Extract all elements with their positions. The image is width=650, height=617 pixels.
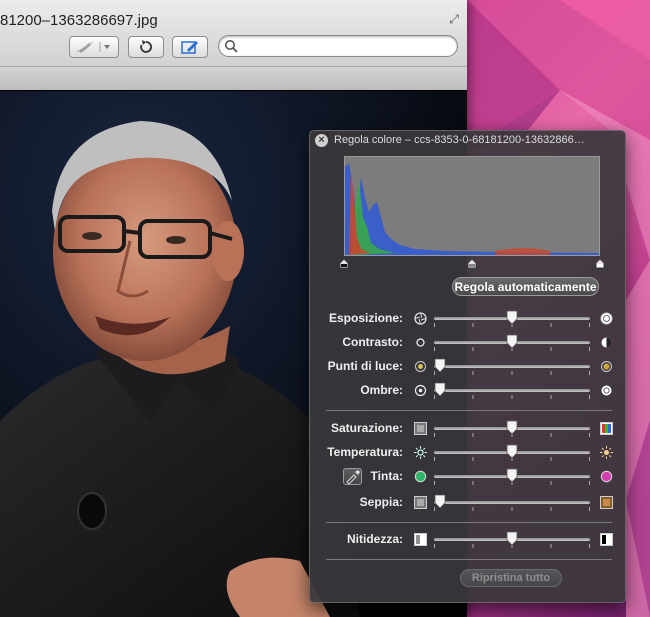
slider-label: Contrasto: bbox=[342, 335, 403, 349]
reset-all-button[interactable]: Ripristina tutto bbox=[460, 569, 562, 587]
cool-sun-icon bbox=[414, 446, 427, 459]
rotate-icon bbox=[140, 40, 152, 53]
slider-row-punti-luce: Punti di luce: bbox=[310, 357, 627, 377]
slider-row-nitidezza: Nitidezza: bbox=[310, 530, 627, 550]
slider-row-contrasto: Contrasto: bbox=[310, 333, 627, 353]
slider-label: Saturazione: bbox=[330, 421, 403, 435]
slider-label: Tinta: bbox=[370, 469, 403, 483]
contrast-slider-knob[interactable] bbox=[506, 334, 518, 349]
slider-row-tinta: Tinta: bbox=[310, 467, 627, 487]
sun-circle-icon bbox=[600, 312, 613, 325]
sharpness-slider-knob[interactable] bbox=[506, 531, 518, 546]
gray-swatch-icon bbox=[414, 496, 427, 509]
highlight-dim-icon bbox=[415, 361, 426, 372]
markup-tool-button[interactable] bbox=[69, 36, 119, 58]
highlights-slider-track[interactable] bbox=[434, 365, 590, 368]
exposure-slider-knob[interactable] bbox=[506, 310, 518, 325]
tint-slider-knob[interactable] bbox=[506, 468, 518, 483]
temperature-slider-knob[interactable] bbox=[506, 444, 518, 459]
slider-label: Seppia: bbox=[359, 495, 403, 509]
shadows-slider-knob[interactable] bbox=[434, 382, 446, 397]
pen-chevron-icon bbox=[76, 41, 110, 53]
half-circle-icon bbox=[601, 337, 612, 348]
black-point-handle[interactable] bbox=[339, 259, 349, 269]
slider-label: Temperatura: bbox=[327, 445, 403, 459]
aperture-icon bbox=[414, 312, 427, 325]
sharp-icon bbox=[600, 533, 613, 546]
histogram bbox=[344, 156, 600, 256]
toolbar-strip bbox=[0, 66, 467, 90]
gray-swatch-icon bbox=[414, 422, 427, 435]
fullscreen-icon[interactable]: ⤢ bbox=[447, 12, 461, 26]
search-input[interactable] bbox=[218, 35, 458, 57]
slider-ticks bbox=[434, 507, 590, 511]
slider-row-temperatura: Temperatura: bbox=[310, 443, 627, 463]
green-dot-icon bbox=[414, 470, 427, 483]
shadows-slider-track[interactable] bbox=[434, 389, 590, 392]
edit-toolbar-button[interactable] bbox=[172, 36, 208, 58]
highlight-bright-icon bbox=[601, 361, 612, 372]
section-divider bbox=[326, 410, 612, 411]
eyedropper-icon bbox=[346, 470, 360, 485]
sepia-swatch-icon bbox=[600, 496, 613, 509]
warm-sun-icon bbox=[600, 446, 613, 459]
slider-ticks bbox=[434, 371, 590, 375]
slider-ticks bbox=[434, 395, 590, 399]
slider-row-saturazione: Saturazione: bbox=[310, 419, 627, 439]
section-divider bbox=[326, 559, 612, 560]
edit-pen-icon bbox=[181, 41, 198, 54]
window-title: 81200–1363286697.jpg bbox=[0, 12, 158, 29]
shadow-light-icon bbox=[601, 385, 612, 396]
color-swatch-icon bbox=[600, 422, 613, 435]
close-icon[interactable]: × bbox=[315, 134, 328, 147]
panel-title: Regola colore – ccs-8353-0-68181200-1363… bbox=[334, 134, 585, 146]
adjust-color-panel: × Regola colore – ccs-8353-0-68181200-13… bbox=[309, 130, 626, 603]
slider-label: Punti di luce: bbox=[327, 359, 403, 373]
magenta-dot-icon bbox=[600, 470, 613, 483]
sepia-slider-knob[interactable] bbox=[434, 494, 446, 509]
slider-row-seppia: Seppia: bbox=[310, 493, 627, 513]
rotate-button[interactable] bbox=[128, 36, 164, 58]
auto-adjust-button[interactable]: Regola automaticamente bbox=[452, 277, 599, 296]
search-icon bbox=[225, 40, 238, 53]
sepia-slider-track[interactable] bbox=[434, 501, 590, 504]
highlights-slider-knob[interactable] bbox=[434, 358, 446, 373]
saturation-slider-knob[interactable] bbox=[506, 420, 518, 435]
slider-label: Nitidezza: bbox=[346, 532, 403, 546]
shadow-dot-icon bbox=[414, 384, 427, 397]
slider-label: Esposizione: bbox=[328, 311, 403, 325]
midtone-handle[interactable] bbox=[467, 259, 477, 269]
white-point-handle[interactable] bbox=[595, 259, 605, 269]
slider-row-ombre: Ombre: bbox=[310, 381, 627, 401]
histogram-graph bbox=[345, 163, 599, 255]
blur-icon bbox=[414, 533, 427, 546]
eyedropper-button[interactable] bbox=[343, 468, 362, 485]
slider-row-esposizione: Esposizione: bbox=[310, 309, 627, 329]
circle-small-icon bbox=[416, 338, 425, 347]
slider-label: Ombre: bbox=[360, 383, 403, 397]
section-divider bbox=[326, 522, 612, 523]
